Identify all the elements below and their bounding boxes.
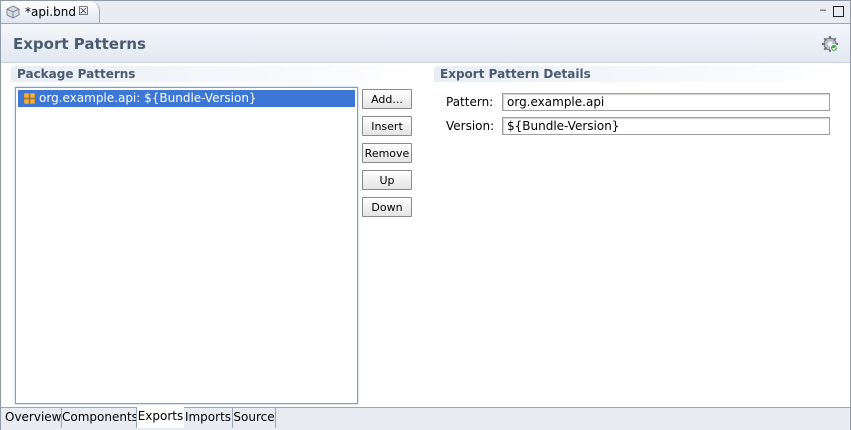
gear-icon[interactable] — [821, 35, 839, 53]
remove-button[interactable]: Remove — [362, 143, 412, 163]
add-button[interactable]: Add... — [362, 89, 412, 109]
tab-source[interactable]: Source — [233, 408, 276, 428]
down-button[interactable]: Down — [362, 197, 412, 217]
tab-exports[interactable]: Exports — [136, 407, 185, 428]
page-tabs: Overview Components Exports Imports Sour… — [1, 407, 850, 430]
up-button[interactable]: Up — [362, 170, 412, 190]
tab-overview[interactable]: Overview — [5, 408, 62, 428]
editor-tab-strip: *api.bnd ☒ ‒ — [1, 1, 850, 24]
tab-components[interactable]: Components — [62, 408, 138, 428]
list-item-label: org.example.api: ${Bundle-Version} — [39, 91, 257, 105]
pattern-field[interactable] — [502, 93, 830, 111]
bnd-file-icon — [6, 5, 20, 19]
editor-tab-title: *api.bnd — [25, 5, 76, 19]
form-header: Export Patterns — [1, 24, 850, 63]
tab-imports[interactable]: Imports — [184, 408, 233, 428]
insert-button[interactable]: Insert — [362, 116, 412, 136]
package-icon — [24, 93, 35, 104]
export-pattern-details-section-title: Export Pattern Details — [434, 66, 842, 82]
version-field[interactable] — [502, 117, 830, 135]
maximize-icon[interactable] — [833, 6, 844, 17]
package-patterns-list[interactable]: org.example.api: ${Bundle-Version} — [15, 87, 358, 404]
list-item[interactable]: org.example.api: ${Bundle-Version} — [18, 90, 355, 107]
minimize-icon[interactable]: ‒ — [817, 4, 829, 16]
close-icon[interactable]: ☒ — [78, 4, 89, 18]
editor-frame: *api.bnd ☒ ‒ Export Patterns Package Pat… — [0, 0, 851, 430]
pattern-label: Pattern: — [446, 95, 494, 109]
editor-tab[interactable]: *api.bnd ☒ — [1, 1, 100, 23]
package-patterns-section-title: Package Patterns — [11, 66, 419, 82]
form-title: Export Patterns — [13, 35, 146, 53]
version-label: Version: — [446, 119, 495, 133]
